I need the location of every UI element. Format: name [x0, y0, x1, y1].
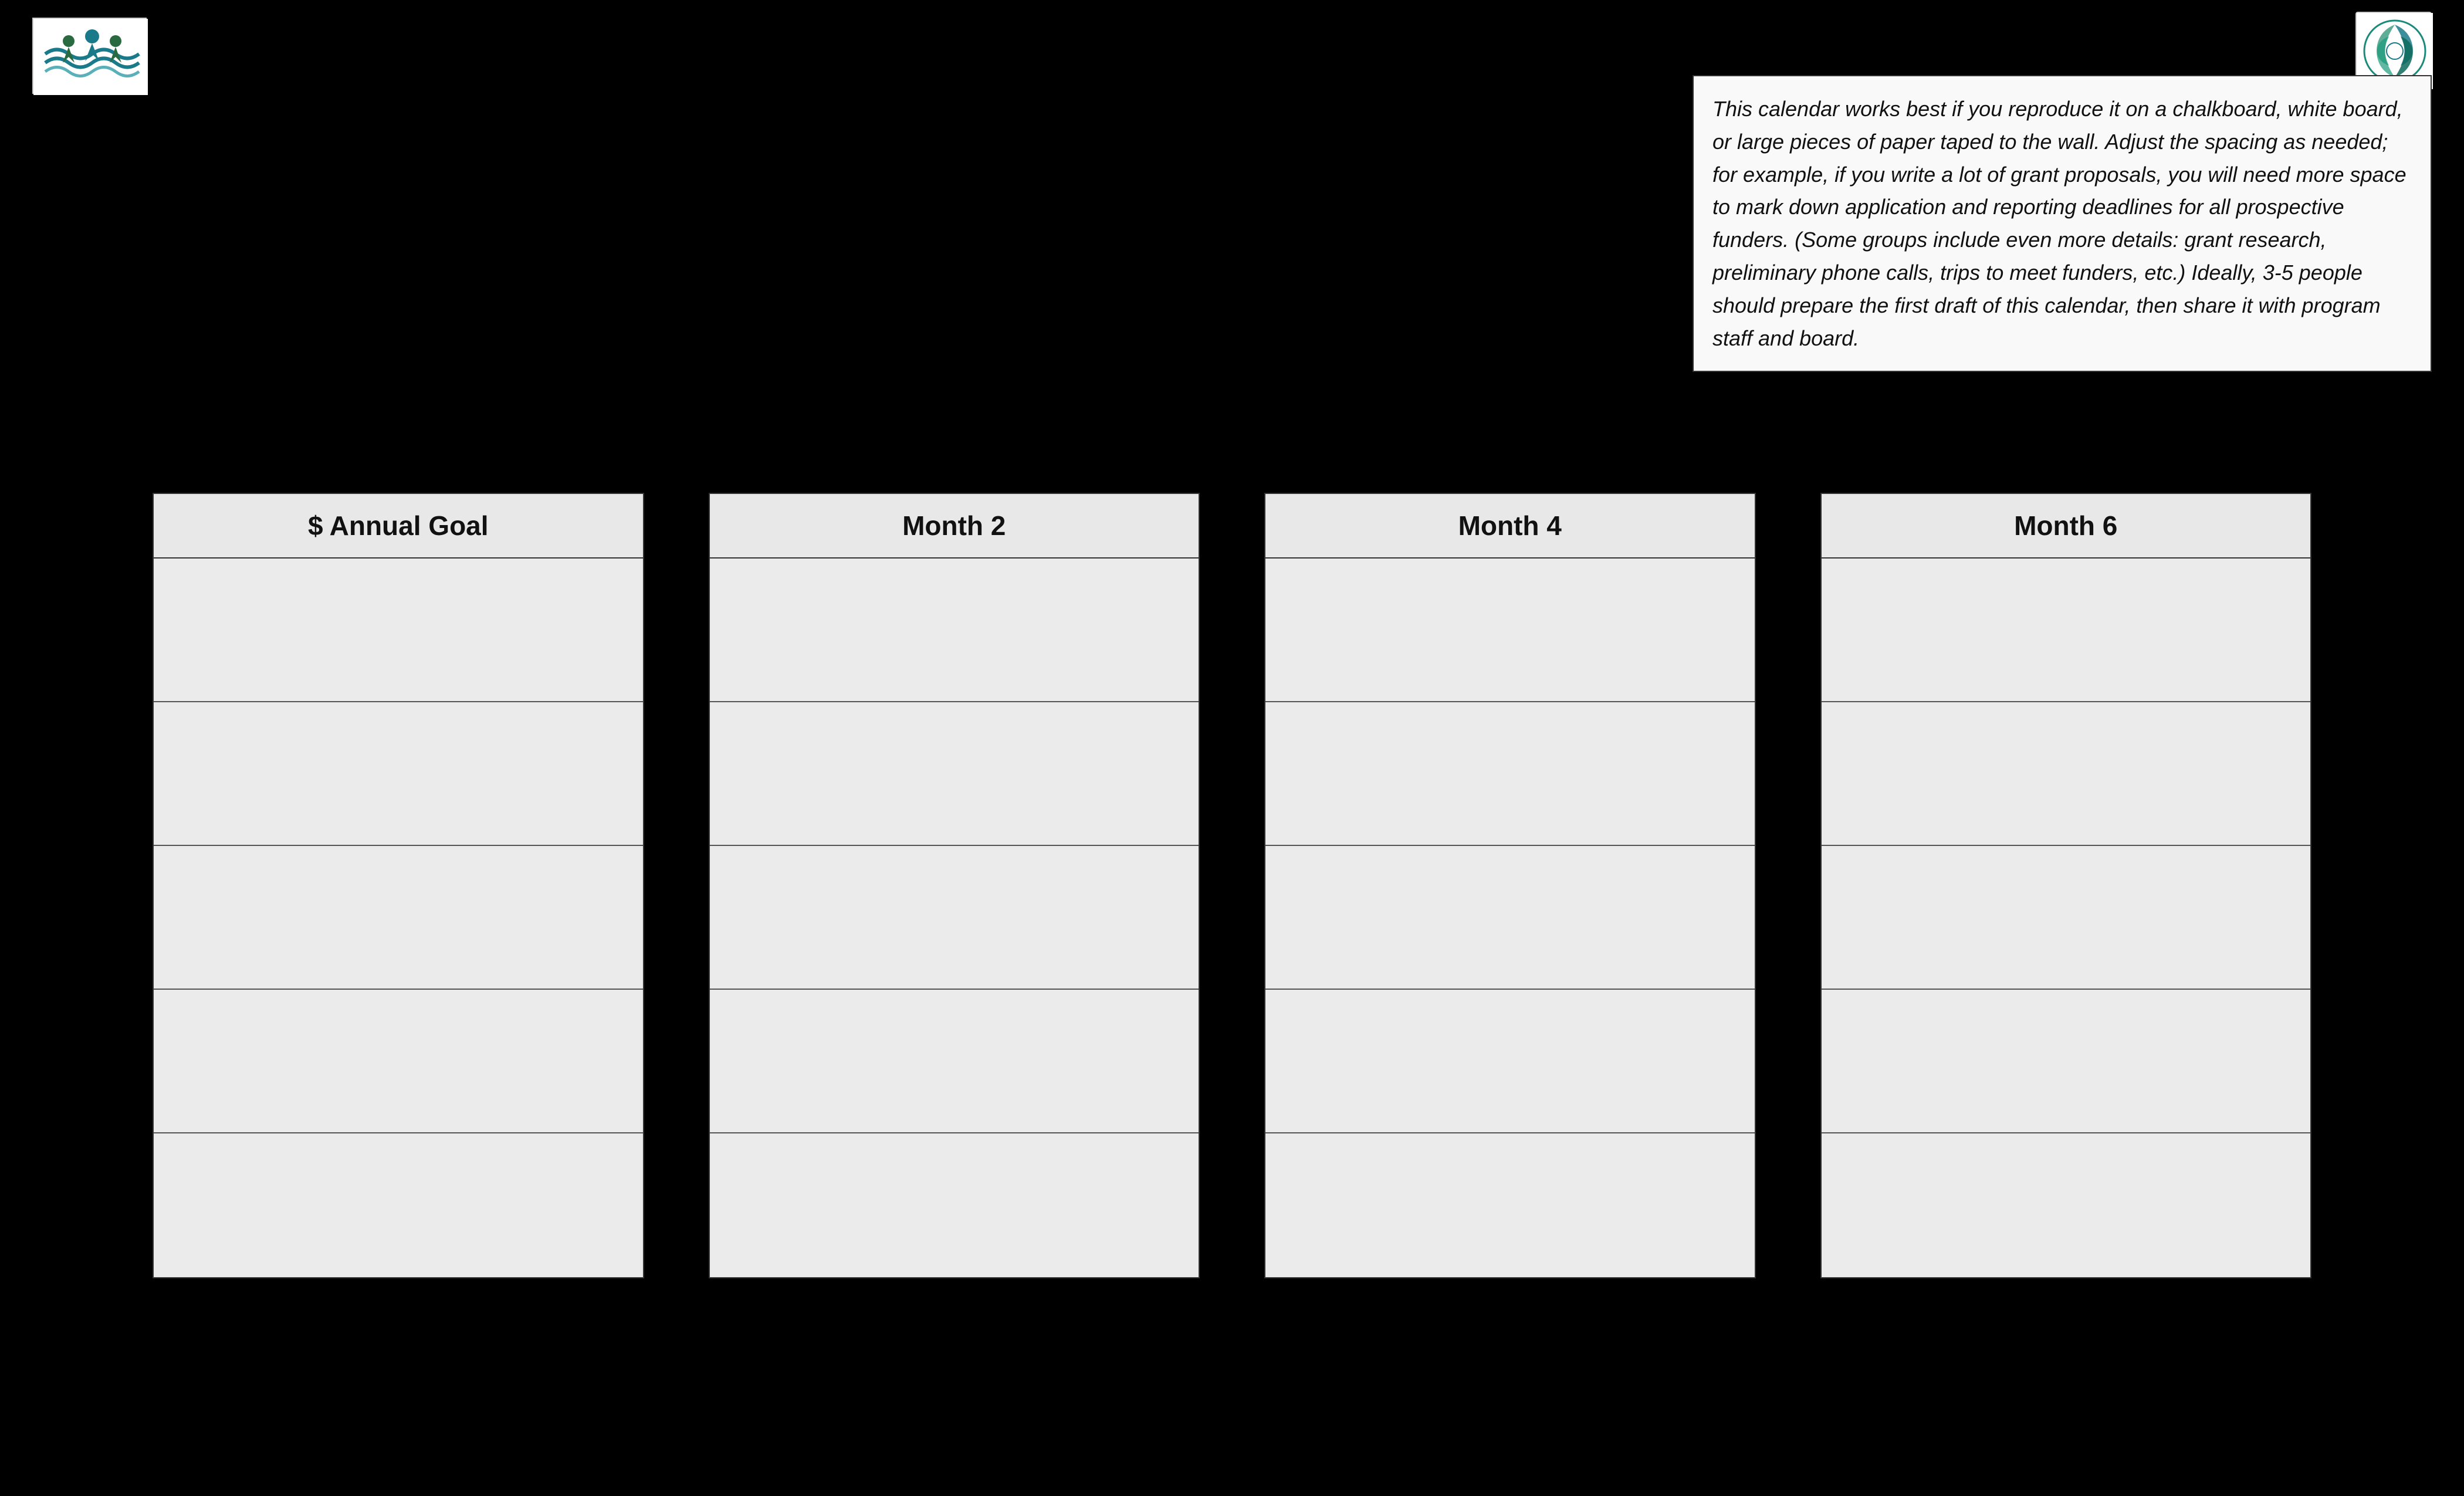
grid-row: [710, 990, 1199, 1133]
column-annual-goal: $ Annual Goal: [153, 493, 644, 1278]
grid-row: [154, 1133, 643, 1277]
grid-row: [1822, 846, 2311, 990]
info-text: This calendar works best if you reproduc…: [1712, 93, 2412, 354]
column-month-6-header: Month 6: [1822, 494, 2311, 559]
column-month-4: Month 4: [1264, 493, 1756, 1278]
grid-row: [1822, 1133, 2311, 1277]
grid-row: [154, 702, 643, 846]
grid-row: [154, 990, 643, 1133]
column-month-6: Month 6: [1820, 493, 2312, 1278]
grid-row: [1822, 702, 2311, 846]
grid-row: [1822, 559, 2311, 702]
grid-row: [1265, 559, 1755, 702]
column-month-4-header: Month 4: [1265, 494, 1755, 559]
grid-row: [710, 559, 1199, 702]
grid-row: [154, 559, 643, 702]
grid-row: [1822, 990, 2311, 1133]
grid-row: [710, 702, 1199, 846]
info-box: This calendar works best if you reproduc…: [1693, 75, 2432, 372]
grid-row: [710, 1133, 1199, 1277]
grid-row: [710, 846, 1199, 990]
grid-row: [1265, 846, 1755, 990]
grid-area: $ Annual Goal Month 2 Month 4 Month 6: [153, 493, 2311, 1278]
grid-row: [1265, 702, 1755, 846]
logo-left: [32, 18, 147, 94]
grid-row: [1265, 990, 1755, 1133]
column-annual-goal-header: $ Annual Goal: [154, 494, 643, 559]
column-month-2: Month 2: [709, 493, 1200, 1278]
grid-row: [154, 846, 643, 990]
column-month-2-header: Month 2: [710, 494, 1199, 559]
grid-row: [1265, 1133, 1755, 1277]
